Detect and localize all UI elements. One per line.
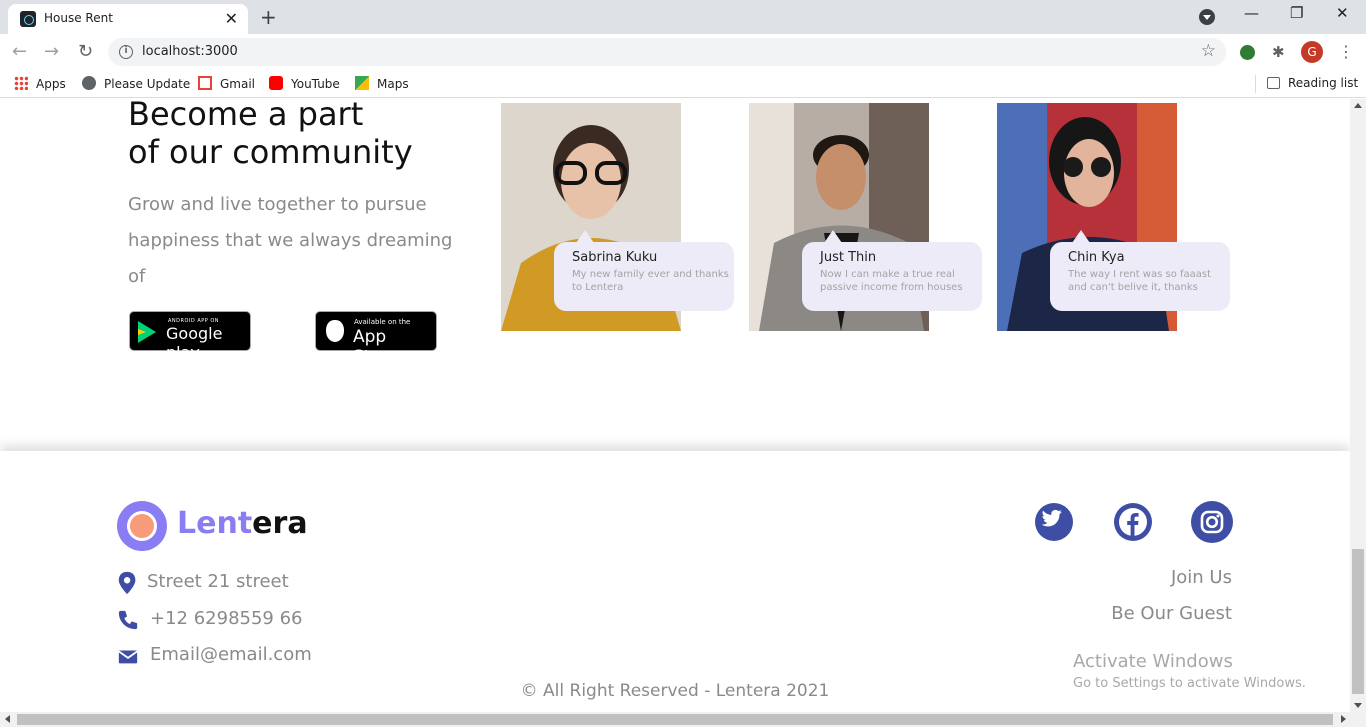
reload-icon[interactable]: ↻ bbox=[78, 41, 93, 62]
testimonial-name: Just Thin bbox=[820, 250, 877, 265]
extension-globe-icon[interactable] bbox=[1240, 45, 1255, 60]
horizontal-scroll-thumb[interactable] bbox=[17, 714, 1333, 725]
browser-menu-icon[interactable]: ⋮ bbox=[1338, 42, 1354, 61]
lentera-logo-icon[interactable] bbox=[117, 501, 167, 551]
community-title: Become a part of our community bbox=[128, 99, 458, 171]
url-text[interactable]: localhost:3000 bbox=[142, 44, 238, 59]
back-icon[interactable]: ← bbox=[12, 41, 27, 62]
scroll-up-icon[interactable] bbox=[1354, 103, 1362, 108]
globe-icon bbox=[82, 76, 96, 90]
site-info-icon[interactable]: i bbox=[119, 45, 133, 59]
bookmark-label: Maps bbox=[377, 77, 409, 91]
gmail-icon bbox=[198, 76, 212, 90]
minimize-icon[interactable]: — bbox=[1244, 4, 1259, 22]
title-line-2: of our community bbox=[128, 133, 413, 171]
address-text: Street 21 street bbox=[147, 571, 289, 592]
vertical-scroll-thumb[interactable] bbox=[1352, 549, 1364, 694]
extensions-puzzle-icon[interactable]: ✱ bbox=[1272, 43, 1285, 61]
activate-windows-subtitle: Go to Settings to activate Windows. bbox=[1073, 676, 1306, 691]
horizontal-scrollbar[interactable] bbox=[0, 712, 1366, 727]
profile-avatar[interactable]: G bbox=[1301, 41, 1323, 63]
mail-icon bbox=[118, 650, 138, 664]
reading-list-button[interactable]: Reading list bbox=[1267, 76, 1358, 90]
close-tab-icon[interactable]: ✕ bbox=[225, 9, 238, 28]
testimonial-text: Now I can make a true real passive incom… bbox=[820, 269, 963, 293]
title-line-1: Become a part bbox=[128, 99, 364, 133]
browser-tab[interactable]: House Rent ✕ bbox=[8, 4, 248, 34]
brand-name[interactable]: Lentera bbox=[177, 506, 308, 541]
react-favicon-icon bbox=[20, 11, 36, 27]
reading-list-label: Reading list bbox=[1288, 76, 1359, 90]
location-pin-icon bbox=[118, 571, 136, 595]
tab-strip: House Rent ✕ + — ❐ ✕ bbox=[0, 0, 1366, 34]
google-play-icon bbox=[138, 321, 156, 343]
apple-icon bbox=[326, 320, 344, 342]
testimonial-text: My new family ever and thanks to Lentera bbox=[572, 269, 729, 293]
email-text: Email@email.com bbox=[150, 644, 312, 665]
facebook-icon[interactable] bbox=[1114, 503, 1152, 541]
bookmark-label: Gmail bbox=[220, 77, 256, 91]
bookmark-apps[interactable]: Apps bbox=[14, 76, 66, 91]
bookmark-label: Please Update bbox=[104, 77, 191, 91]
google-play-big-text: Google play bbox=[166, 324, 223, 362]
join-us-link[interactable]: Join Us bbox=[1171, 567, 1232, 588]
bookmark-label: Apps bbox=[36, 77, 66, 91]
bookmark-maps[interactable]: Maps bbox=[355, 76, 409, 91]
app-store-small-text: Available on the bbox=[354, 318, 411, 326]
forward-icon[interactable]: → bbox=[44, 41, 59, 62]
apps-grid-icon bbox=[14, 76, 28, 90]
scroll-left-icon[interactable] bbox=[5, 715, 10, 723]
restore-icon[interactable]: ❐ bbox=[1290, 4, 1303, 22]
browser-toolbar: ← → ↻ i localhost:3000 ☆ ✱ G ⋮ bbox=[0, 34, 1366, 70]
brand-name-accent: Lent bbox=[177, 506, 253, 541]
testimonial-text: The way I rent was so faaast and can't b… bbox=[1068, 269, 1212, 293]
testimonial-name: Chin Kya bbox=[1068, 250, 1125, 265]
bookmark-label: YouTube bbox=[291, 77, 340, 91]
be-our-guest-link[interactable]: Be Our Guest bbox=[1111, 603, 1232, 624]
google-play-badge[interactable]: ANDROID APP ON Google play bbox=[129, 311, 251, 362]
maps-icon bbox=[355, 76, 369, 90]
phone-text: +12 6298559 66 bbox=[150, 608, 303, 629]
youtube-icon bbox=[269, 76, 283, 90]
phone-icon bbox=[118, 610, 138, 630]
site-footer: Lentera Street 21 street +12 6298559 66 … bbox=[0, 451, 1350, 712]
testimonial-card: Chin Kya The way I rent was so faaast an… bbox=[1050, 230, 1230, 311]
brand-name-rest: era bbox=[252, 506, 308, 541]
bookmarks-divider bbox=[1255, 75, 1256, 93]
page-viewport: Become a part of our community Grow and … bbox=[0, 99, 1350, 712]
twitter-icon[interactable] bbox=[1035, 503, 1073, 541]
new-tab-button[interactable]: + bbox=[260, 5, 277, 29]
bookmarks-bar: Apps Please Update Gmail YouTube Maps Re… bbox=[0, 70, 1366, 98]
scroll-down-icon[interactable] bbox=[1354, 703, 1362, 708]
bookmark-star-icon[interactable]: ☆ bbox=[1201, 41, 1216, 61]
scroll-right-icon[interactable] bbox=[1341, 715, 1346, 723]
address-bar[interactable]: i localhost:3000 ☆ bbox=[108, 38, 1226, 66]
close-window-icon[interactable]: ✕ bbox=[1336, 4, 1349, 22]
testimonial-name: Sabrina Kuku bbox=[572, 250, 658, 265]
logo-dot bbox=[127, 511, 157, 541]
testimonial-card: Just Thin Now I can make a true real pas… bbox=[802, 230, 982, 311]
app-store-badge[interactable]: Available on the App Store bbox=[315, 311, 437, 367]
bookmark-please-update[interactable]: Please Update bbox=[82, 76, 190, 91]
testimonial-card: Sabrina Kuku My new family ever and than… bbox=[554, 230, 734, 311]
tab-search-icon[interactable] bbox=[1199, 9, 1215, 25]
instagram-icon[interactable] bbox=[1191, 501, 1233, 543]
app-store-big-text: App Store bbox=[353, 327, 398, 367]
vertical-scrollbar[interactable] bbox=[1350, 99, 1366, 712]
bookmark-gmail[interactable]: Gmail bbox=[198, 76, 255, 91]
reading-list-icon bbox=[1267, 77, 1280, 89]
community-subtitle: Grow and live together to pursue happine… bbox=[128, 194, 453, 287]
activate-windows-title: Activate Windows bbox=[1073, 651, 1233, 672]
tab-title: House Rent bbox=[44, 11, 113, 25]
bookmark-youtube[interactable]: YouTube bbox=[269, 76, 340, 91]
